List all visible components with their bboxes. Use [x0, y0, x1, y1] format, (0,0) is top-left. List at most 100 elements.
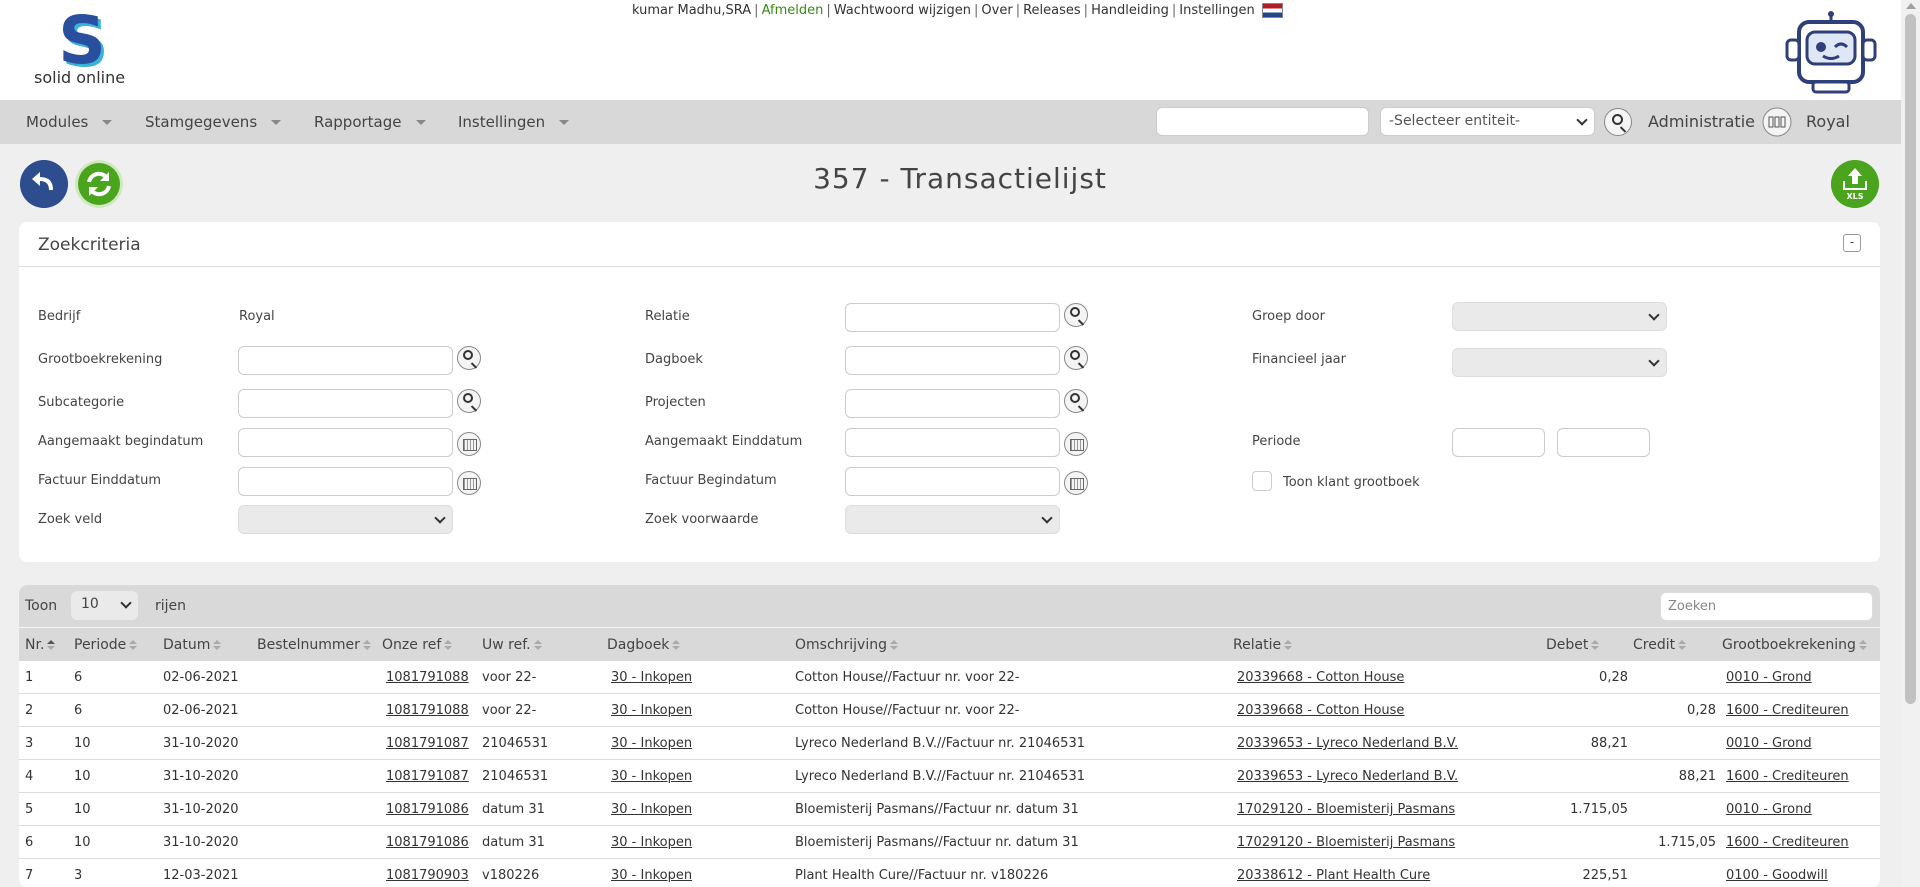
cell-relatie-link[interactable]: 20339668 - Cotton House — [1237, 703, 1404, 718]
table-row[interactable]: 3 10 31-10-2020 1081791087 21046531 30 - Inko… — [19, 727, 1880, 760]
financieel-jaar-select[interactable] — [1452, 348, 1667, 377]
cell-grootboek-link[interactable]: 0010 - Grond — [1726, 670, 1812, 685]
periode-from-input[interactable] — [1452, 428, 1545, 457]
nav-modules[interactable]: Modules — [26, 100, 113, 144]
logout-link[interactable]: Afmelden — [760, 3, 826, 18]
cell-relatie-link[interactable]: 20339653 - Lyreco Nederland B.V. — [1237, 736, 1458, 751]
col-uw-ref[interactable]: Uw ref. — [482, 637, 542, 653]
page-scrollbar[interactable] — [1901, 0, 1920, 887]
search-icon[interactable] — [1604, 108, 1632, 136]
cell-dagboek-link[interactable]: 30 - Inkopen — [611, 868, 692, 883]
cell-grootboek-link[interactable]: 0100 - Goodwill — [1726, 868, 1828, 883]
rows-per-page-select[interactable]: 10 — [71, 591, 138, 620]
cell-dagboek-link[interactable]: 30 - Inkopen — [611, 769, 692, 784]
cell-dagboek-link[interactable]: 30 - Inkopen — [611, 736, 692, 751]
manual-link[interactable]: Handleiding — [1089, 3, 1171, 18]
groep-door-select[interactable] — [1452, 302, 1667, 331]
releases-link[interactable]: Releases — [1021, 3, 1083, 18]
administratie-label[interactable]: Administratie — [1648, 100, 1755, 144]
nav-stamgegevens[interactable]: Stamgegevens — [145, 100, 282, 144]
search-icon[interactable] — [1064, 346, 1088, 370]
relatie-input[interactable] — [845, 303, 1060, 332]
calendar-icon[interactable] — [1064, 471, 1088, 495]
col-datum[interactable]: Datum — [163, 637, 222, 653]
factuur-begindatum-input[interactable] — [845, 467, 1060, 496]
col-credit[interactable]: Credit — [1633, 637, 1687, 653]
scroll-up-arrow-icon[interactable] — [1906, 3, 1916, 9]
factuur-einddatum-input[interactable] — [238, 467, 453, 496]
subcategorie-input[interactable] — [238, 389, 453, 418]
scroll-thumb[interactable] — [1905, 14, 1916, 704]
cell-grootboek-link[interactable]: 1600 - Crediteuren — [1726, 769, 1849, 784]
col-onze-ref[interactable]: Onze ref — [382, 637, 453, 653]
search-icon[interactable] — [457, 346, 481, 370]
search-icon[interactable] — [1064, 303, 1088, 327]
col-omschrijving[interactable]: Omschrijving — [795, 637, 898, 653]
cell-grootboek-link[interactable]: 0010 - Grond — [1726, 802, 1812, 817]
col-nr[interactable]: Nr. — [25, 637, 56, 653]
cell-dagboek-link[interactable]: 30 - Inkopen — [611, 835, 692, 850]
dagboek-input[interactable] — [845, 346, 1060, 375]
calendar-icon[interactable] — [1064, 432, 1088, 456]
change-password-link[interactable]: Wachtwoord wijzigen — [832, 3, 973, 18]
robot-assistant-icon[interactable] — [1783, 10, 1879, 94]
cell-grootboek-link[interactable]: 1600 - Crediteuren — [1726, 835, 1849, 850]
search-icon[interactable] — [457, 389, 481, 413]
cell-dagboek-link[interactable]: 30 - Inkopen — [611, 670, 692, 685]
svg-text:XLS: XLS — [1846, 192, 1863, 201]
cell-onze-ref-link[interactable]: 1081790903 — [386, 868, 469, 883]
cell-debet: 1.715,05 — [1570, 802, 1628, 817]
cell-onze-ref-link[interactable]: 1081791086 — [386, 802, 469, 817]
cell-onze-ref-link[interactable]: 1081791087 — [386, 736, 469, 751]
nav-instellingen[interactable]: Instellingen — [458, 100, 570, 144]
cell-onze-ref-link[interactable]: 1081791086 — [386, 835, 469, 850]
cell-relatie-link[interactable]: 20338612 - Plant Health Cure — [1237, 868, 1430, 883]
aangemaakt-einddatum-input[interactable] — [845, 428, 1060, 457]
nav-rapportage[interactable]: Rapportage — [314, 100, 426, 144]
company-label[interactable]: Royal — [1806, 100, 1850, 144]
export-xls-icon[interactable]: XLS — [1831, 160, 1879, 208]
grootboek-input[interactable] — [238, 346, 453, 375]
aangemaakt-begindatum-input[interactable] — [238, 428, 453, 457]
entity-select[interactable]: -Selecteer entiteit- — [1380, 107, 1595, 136]
table-row[interactable]: 5 10 31-10-2020 1081791086 datum 31 30 - Inko… — [19, 793, 1880, 826]
solid-online-logo[interactable]: S solid online — [32, 8, 132, 90]
cell-relatie-link[interactable]: 20339653 - Lyreco Nederland B.V. — [1237, 769, 1458, 784]
col-bestelnummer[interactable]: Bestelnummer — [257, 637, 371, 653]
projecten-input[interactable] — [845, 389, 1060, 418]
table-row[interactable]: 6 10 31-10-2020 1081791086 datum 31 30 - Inko… — [19, 826, 1880, 859]
cell-grootboek-link[interactable]: 0010 - Grond — [1726, 736, 1812, 751]
cell-grootboek-link[interactable]: 1600 - Crediteuren — [1726, 703, 1849, 718]
col-periode[interactable]: Periode — [74, 637, 138, 653]
cell-relatie-link[interactable]: 20339668 - Cotton House — [1237, 670, 1404, 685]
col-dagboek[interactable]: Dagboek — [607, 637, 681, 653]
table-row[interactable]: 2 6 02-06-2021 1081791088 voor 22- 30 - Inkop… — [19, 694, 1880, 727]
col-grootboekrekening[interactable]: Grootboekrekening — [1722, 637, 1867, 653]
settings-link[interactable]: Instellingen — [1177, 3, 1257, 18]
calendar-icon[interactable] — [457, 432, 481, 456]
administration-switch-icon[interactable] — [1762, 107, 1792, 137]
table-row[interactable]: 1 6 02-06-2021 1081791088 voor 22- 30 - Inkop… — [19, 661, 1880, 694]
periode-to-input[interactable] — [1557, 428, 1650, 457]
dutch-flag-icon[interactable] — [1261, 3, 1283, 18]
about-link[interactable]: Over — [979, 3, 1014, 18]
table-search-input[interactable]: Zoeken — [1660, 592, 1873, 621]
cell-dagboek-link[interactable]: 30 - Inkopen — [611, 802, 692, 817]
toon-klant-grootboek-checkbox[interactable] — [1252, 471, 1272, 491]
cell-relatie-link[interactable]: 17029120 - Bloemisterij Pasmans — [1237, 802, 1455, 817]
calendar-icon[interactable] — [457, 471, 481, 495]
cell-onze-ref-link[interactable]: 1081791087 — [386, 769, 469, 784]
global-search-input[interactable] — [1156, 107, 1369, 136]
search-icon[interactable] — [1064, 389, 1088, 413]
cell-onze-ref-link[interactable]: 1081791088 — [386, 670, 469, 685]
table-row[interactable]: 4 10 31-10-2020 1081791087 21046531 30 - Inko… — [19, 760, 1880, 793]
col-relatie[interactable]: Relatie — [1233, 637, 1293, 653]
cell-dagboek-link[interactable]: 30 - Inkopen — [611, 703, 692, 718]
col-debet[interactable]: Debet — [1546, 637, 1600, 653]
cell-onze-ref-link[interactable]: 1081791088 — [386, 703, 469, 718]
zoek-voorwaarde-select[interactable] — [845, 505, 1060, 534]
collapse-button[interactable]: - — [1843, 234, 1861, 252]
table-row[interactable]: 7 3 12-03-2021 1081790903 v180226 30 - Inkope… — [19, 859, 1880, 887]
cell-relatie-link[interactable]: 17029120 - Bloemisterij Pasmans — [1237, 835, 1455, 850]
zoek-veld-select[interactable] — [238, 505, 453, 534]
